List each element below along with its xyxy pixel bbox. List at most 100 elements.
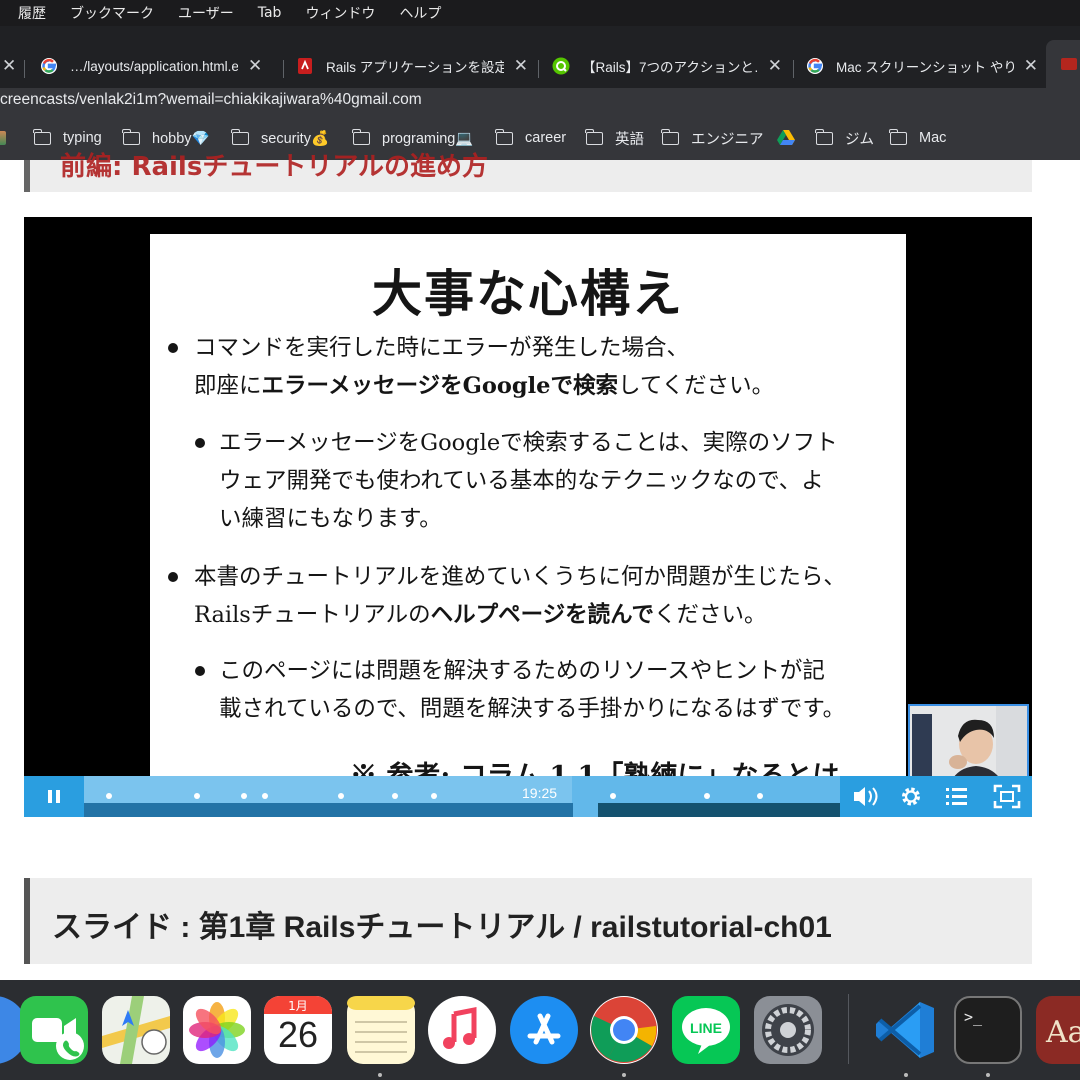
slide-bullet-3: 本書のチュートリアルを進めていくうちに何か問題が生じたら、 Railsチュートリ…	[168, 558, 846, 634]
tab-mac-screenshot[interactable]: Mac スクリーンショット やり ✕	[806, 44, 1038, 88]
slide-bullet-2: エラーメッセージをGoogleで検索することは、実際のソフト ウェア開発でも使わ…	[195, 424, 838, 538]
calendar-day: 26	[277, 1014, 319, 1055]
tab-divider	[793, 60, 794, 78]
chapter-marker[interactable]	[262, 793, 268, 799]
calendar-month: 1月	[288, 999, 308, 1013]
chrome-icon[interactable]	[590, 996, 658, 1064]
slide-bold-text: ヘルプページを読んで	[430, 602, 655, 628]
progress-buffer	[598, 803, 840, 817]
chapter-marker[interactable]	[106, 793, 112, 799]
video-player[interactable]: 大事な心構え コマンドを実行した時にエラーが発生した場合、 即座にエラーメッセー…	[24, 217, 1032, 817]
slide-line: 本書のチュートリアルを進めていくうちに何か問題が生じたら、	[194, 564, 846, 590]
menu-users[interactable]: ユーザー	[178, 3, 234, 23]
tab-partial[interactable]: ✕	[0, 44, 16, 88]
player-right-controls	[840, 776, 1032, 817]
system-preferences-icon[interactable]	[754, 996, 822, 1064]
chapter-marker[interactable]	[704, 793, 710, 799]
slide-line: このページには問題を解決するためのリソースやヒントが記	[219, 658, 825, 684]
line-icon[interactable]: LINE	[672, 996, 740, 1064]
tab-rails-actions[interactable]: 【Rails】7つのアクションと… ✕	[552, 44, 782, 88]
chapter-marker[interactable]	[194, 793, 200, 799]
fullscreen-icon[interactable]	[990, 776, 1024, 817]
player-controls: 19:25	[24, 776, 1032, 817]
volume-icon[interactable]	[848, 776, 882, 817]
pause-icon	[48, 790, 60, 803]
slide-line: 載されているので、問題を解決する手掛かりになるはずです。	[219, 696, 846, 722]
slide-bullet-4: このページには問題を解決するためのリソースやヒントが記 載されているので、問題を…	[195, 652, 845, 728]
dictionary-icon[interactable]: Aa	[1036, 996, 1080, 1064]
slide-text: ください。	[654, 602, 767, 628]
overlap-guard	[0, 114, 1080, 160]
tab-label: 【Rails】7つのアクションと…	[582, 60, 758, 75]
close-icon[interactable]: ✕	[1024, 56, 1038, 76]
slide-line: ウェア開発でも使われている基本的なテクニックなので、よ	[219, 468, 824, 494]
svg-text:Aa: Aa	[1045, 1015, 1080, 1050]
tab-active-partial[interactable]	[1046, 40, 1080, 88]
terminal-icon[interactable]: >_	[954, 996, 1022, 1064]
tab-layouts[interactable]: …/layouts/application.html.e ✕	[40, 44, 272, 88]
slide-frame: 大事な心構え コマンドを実行した時にエラーが発生した場合、 即座にエラーメッセー…	[150, 234, 906, 800]
google-icon	[807, 58, 823, 74]
slide-line: 即座にエラーメッセージをGoogleで検索してください。	[168, 367, 774, 405]
bullet-dot	[195, 666, 205, 676]
chapter-marker[interactable]	[241, 793, 247, 799]
menu-bar: 履歴 ブックマーク ユーザー Tab ウィンドウ ヘルプ	[0, 0, 1080, 26]
section-heading-top: 前編: Railsチュートリアルの進め方	[24, 152, 1032, 192]
page-content: 前編: Railsチュートリアルの進め方 大事な心構え コマンドを実行した時にエ…	[0, 152, 1080, 980]
slide-text: 即座に	[194, 373, 262, 399]
menu-window[interactable]: ウィンドウ	[305, 3, 375, 23]
menu-help[interactable]: ヘルプ	[399, 3, 441, 23]
chapter-marker[interactable]	[338, 793, 344, 799]
section-heading-bottom: スライド : 第1章 Railsチュートリアル / railstutorial-…	[24, 878, 1032, 964]
notes-icon[interactable]	[347, 996, 415, 1064]
menu-bookmarks[interactable]: ブックマーク	[70, 3, 154, 23]
gear-icon[interactable]	[896, 776, 926, 817]
slide-line: コマンドを実行した時にエラーが発生した場合、	[194, 335, 690, 361]
url-text[interactable]: creencasts/venlak2i1m?wemail=chiakikajiw…	[0, 91, 422, 109]
slide-text: Railsチュートリアルの	[194, 602, 431, 628]
close-icon[interactable]: ✕	[2, 56, 16, 76]
close-icon[interactable]: ✕	[248, 56, 262, 76]
slide-bullet-1: コマンドを実行した時にエラーが発生した場合、 即座にエラーメッセージをGoogl…	[168, 329, 774, 405]
app-store-icon[interactable]	[510, 996, 578, 1064]
tab-label: Rails アプリケーションを設定	[326, 60, 504, 75]
tab-divider	[24, 60, 25, 78]
chapter-marker[interactable]	[392, 793, 398, 799]
google-icon	[41, 58, 57, 74]
slide-text: してください。	[618, 373, 775, 399]
music-icon[interactable]	[428, 996, 496, 1064]
tab-rails-guide[interactable]: Rails アプリケーションを設定 ✕	[296, 44, 528, 88]
menu-tab[interactable]: Tab	[258, 5, 282, 21]
photos-icon[interactable]	[183, 996, 251, 1064]
svg-text:>_: >_	[964, 1008, 983, 1026]
facetime-icon[interactable]	[20, 996, 88, 1064]
pause-button[interactable]	[24, 776, 84, 817]
slide-title: 大事な心構え	[372, 264, 684, 323]
playback-time: 19:25	[522, 785, 558, 801]
tab-divider	[538, 60, 539, 78]
slide-bold-text: Google	[462, 373, 551, 399]
vscode-icon[interactable]	[872, 996, 940, 1064]
slide-line: Railsチュートリアルのヘルプページを読んでください。	[168, 596, 846, 634]
chapter-marker[interactable]	[610, 793, 616, 799]
section-heading-text: スライド : 第1章 Railsチュートリアル / railstutorial-…	[52, 911, 832, 944]
close-icon[interactable]: ✕	[514, 56, 528, 76]
chapter-marker[interactable]	[431, 793, 437, 799]
slide-line: い練習にもなります。	[219, 506, 442, 532]
tab-divider	[283, 60, 284, 78]
close-icon[interactable]: ✕	[768, 56, 782, 76]
rails-guide-icon	[298, 58, 312, 74]
dock-divider	[848, 994, 849, 1064]
menu-history[interactable]: 履歴	[18, 3, 46, 23]
qiita-icon	[552, 57, 570, 75]
bullet-dot	[195, 438, 205, 448]
tab-label: Mac スクリーンショット やり	[836, 60, 1014, 75]
address-bar[interactable]: creencasts/venlak2i1m?wemail=chiakikajiw…	[0, 88, 1080, 114]
calendar-icon[interactable]: 1月 26	[264, 996, 332, 1064]
railstutorial-icon	[1061, 58, 1077, 70]
chapter-marker[interactable]	[757, 793, 763, 799]
svg-text:LINE: LINE	[690, 1020, 722, 1036]
dock: 1月 26 LINE >_ Aa	[0, 980, 1080, 1080]
chapters-list-icon[interactable]	[942, 776, 972, 817]
maps-icon[interactable]	[102, 996, 170, 1064]
